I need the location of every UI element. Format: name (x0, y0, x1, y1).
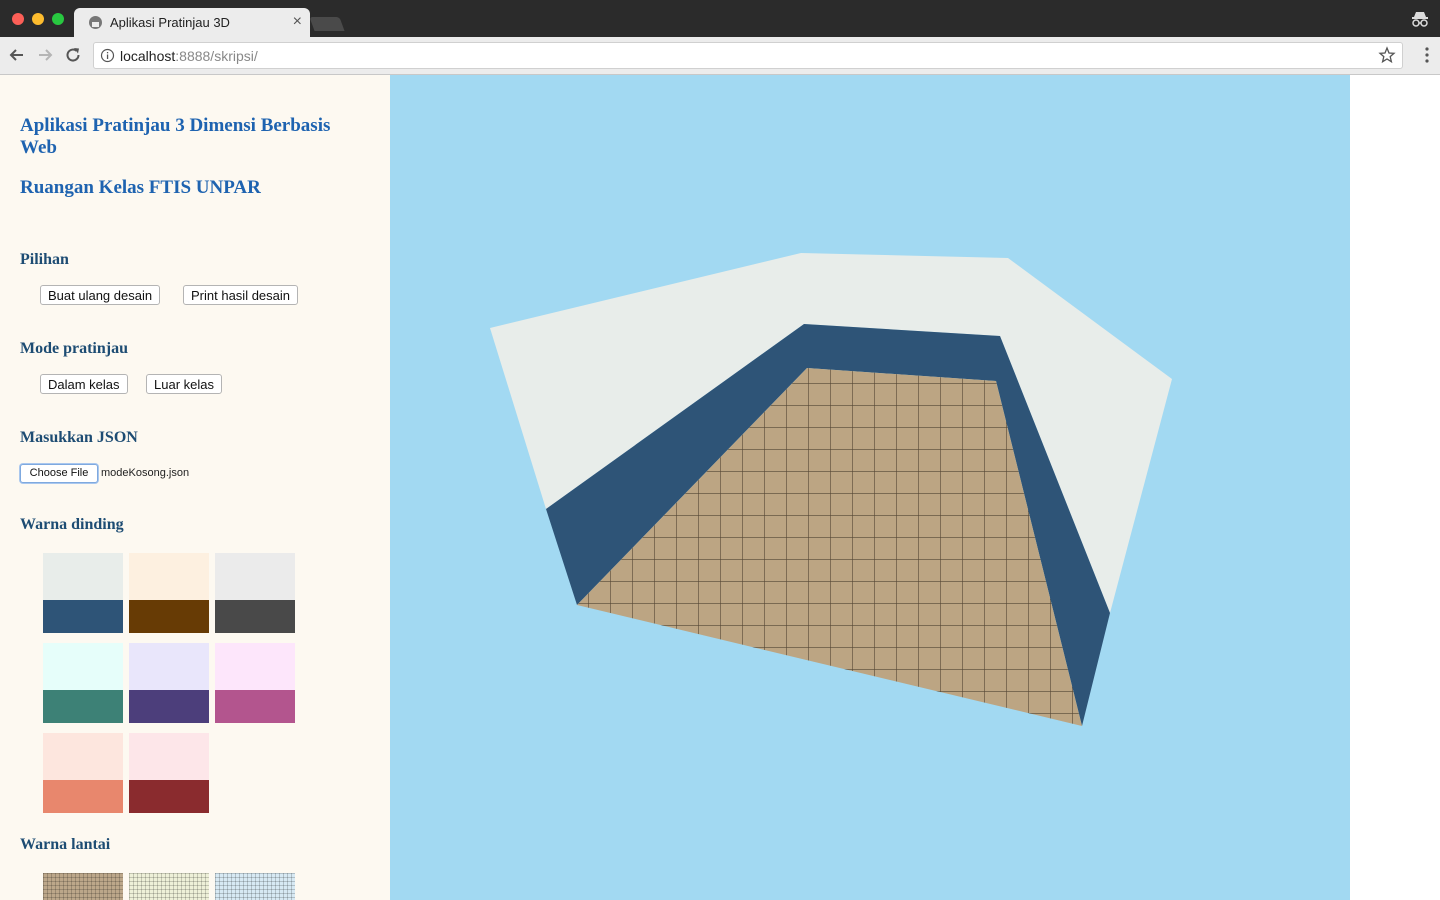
wall-color-dark (129, 690, 209, 723)
wall-color-swatch[interactable] (129, 643, 209, 723)
room-title: Ruangan Kelas FTIS UNPAR (20, 177, 261, 198)
wall-color-swatch[interactable] (43, 643, 123, 723)
wall-color-swatch[interactable] (43, 553, 123, 633)
wall-color-light (129, 553, 209, 600)
address-bar[interactable]: localhost:8888/skripsi/ (93, 42, 1403, 69)
wall-color-dark (215, 690, 295, 723)
back-arrow-icon[interactable] (8, 46, 26, 64)
print-design-button[interactable]: Print hasil desain (183, 285, 298, 305)
room-scene (490, 253, 1172, 726)
incognito-icon (1412, 12, 1428, 27)
floor-color-swatch[interactable] (129, 873, 209, 900)
url-host: localhost (120, 48, 176, 64)
wall-color-swatch[interactable] (215, 553, 295, 633)
info-icon[interactable] (100, 48, 115, 63)
control-sidebar: Aplikasi Pratinjau 3 Dimensi Berbasis We… (0, 75, 390, 900)
wall-color-light (129, 733, 209, 780)
wall-color-light (43, 553, 123, 600)
wall-color-swatch[interactable] (215, 643, 295, 723)
wall-color-light (129, 643, 209, 690)
url-text: localhost:8888/skripsi/ (120, 48, 258, 64)
3d-preview-canvas[interactable] (390, 75, 1350, 900)
tab-title: Aplikasi Pratinjau 3D (110, 15, 230, 30)
wall-color-dark (129, 600, 209, 633)
wall-color-light (215, 643, 295, 690)
preview-mode-section-title: Mode pratinjau (20, 340, 128, 357)
floor-color-swatch[interactable] (43, 873, 123, 900)
url-path: :8888/skripsi/ (175, 48, 258, 64)
wall-color-dark (43, 600, 123, 633)
outside-class-button[interactable]: Luar kelas (146, 374, 222, 394)
wall-color-dark (43, 780, 123, 813)
wall-color-swatch[interactable] (129, 553, 209, 633)
browser-tab-bar: Aplikasi Pratinjau 3D × (0, 0, 1440, 37)
options-section-title: Pilihan (20, 251, 69, 268)
inside-class-button[interactable]: Dalam kelas (40, 374, 128, 394)
floor-color-swatch[interactable] (215, 873, 295, 900)
floor-color-section-title: Warna lantai (20, 836, 111, 853)
wall-color-dark (43, 690, 123, 723)
wall-color-swatch[interactable] (129, 733, 209, 813)
browser-tab-active[interactable]: Aplikasi Pratinjau 3D × (74, 8, 310, 37)
browser-menu-icon[interactable] (1424, 46, 1430, 64)
app-title: Aplikasi Pratinjau 3 Dimensi Berbasis We… (20, 115, 331, 158)
window-minimize-button[interactable] (32, 13, 44, 25)
browser-toolbar: localhost:8888/skripsi/ (0, 37, 1440, 75)
wall-color-light (215, 553, 295, 600)
selected-file-name: modeKosong.json (101, 467, 190, 479)
tab-close-icon[interactable]: × (293, 12, 302, 32)
wall-color-light (43, 733, 123, 780)
wall-color-dark (215, 600, 295, 633)
bookmark-star-icon[interactable] (1378, 46, 1396, 64)
reload-icon[interactable] (64, 46, 82, 64)
json-section-title: Masukkan JSON (20, 429, 138, 446)
wall-color-light (43, 643, 123, 690)
wall-color-dark (129, 780, 209, 813)
wall-color-swatch[interactable] (43, 733, 123, 813)
rebuild-design-button[interactable]: Buat ulang desain (40, 285, 161, 305)
window-close-button[interactable] (12, 13, 24, 25)
window-zoom-button[interactable] (52, 13, 64, 25)
forward-arrow-icon[interactable] (36, 46, 54, 64)
new-tab-button[interactable] (309, 17, 345, 31)
default-page-icon (89, 16, 102, 29)
choose-file-button[interactable]: Choose File (20, 464, 98, 483)
wall-color-section-title: Warna dinding (20, 516, 124, 533)
